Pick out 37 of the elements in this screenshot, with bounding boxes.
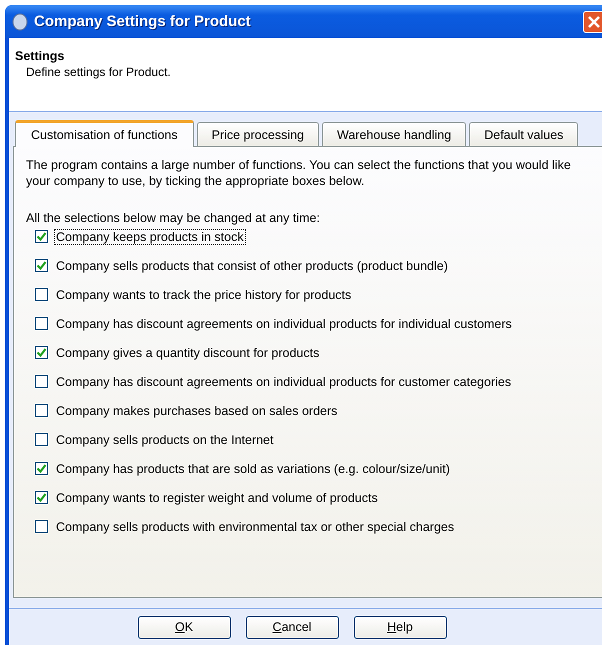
checkbox-label[interactable]: Company has discount agreements on individual products for individual customers: [54, 316, 514, 332]
checkbox[interactable]: [35, 462, 48, 475]
section-title: Settings: [15, 49, 66, 63]
checkbox[interactable]: [35, 491, 48, 504]
tab[interactable]: Customisation of functions: [15, 120, 194, 147]
checkbox[interactable]: [35, 433, 48, 446]
tab[interactable]: Default values: [469, 122, 578, 146]
checkbox[interactable]: [35, 375, 48, 388]
checkbox-label[interactable]: Company sells products that consist of other products (product bundle): [54, 258, 450, 274]
window-title: Company Settings for Product: [34, 13, 251, 30]
dialog-button[interactable]: Cancel: [246, 616, 338, 638]
section-subtitle: Define settings for Product.: [25, 65, 172, 79]
checkbox-label[interactable]: Company sells products with environmental tax or other special charges: [54, 518, 456, 534]
tab[interactable]: Warehouse handling: [322, 122, 466, 146]
dialog-button[interactable]: OK: [138, 616, 230, 638]
close-button[interactable]: [583, 10, 602, 32]
checkbox-label[interactable]: Company has discount agreements on individual products for customer categories: [54, 374, 514, 390]
checkbox-label[interactable]: Company makes purchases based on sales orders: [54, 402, 340, 418]
intro-text: The program contains a large number of functions. You can select the functions that you would like your company to use, by ticking the appropriate boxes below.: [26, 157, 572, 189]
app-icon: [12, 12, 28, 30]
checkbox-label[interactable]: Company keeps products in stock: [54, 228, 246, 244]
checkbox[interactable]: [35, 317, 48, 330]
checkbox[interactable]: [35, 346, 48, 359]
tab[interactable]: Price processing: [196, 122, 320, 146]
checkbox-label[interactable]: Company wants to track the price history for products: [54, 286, 354, 302]
checkbox[interactable]: [35, 520, 48, 533]
checkbox[interactable]: [35, 230, 48, 243]
checkbox-label[interactable]: Company wants to register weight and volume of products: [54, 490, 380, 506]
checkbox-label[interactable]: Company gives a quantity discount for products: [54, 344, 322, 360]
checkbox-label[interactable]: Company has products that are sold as variations (e.g. colour/size/unit): [54, 460, 452, 476]
checkbox[interactable]: [35, 404, 48, 417]
checkbox[interactable]: [35, 288, 48, 301]
close-icon: [587, 14, 601, 28]
dialog-button[interactable]: Help: [354, 616, 446, 638]
note-text: All the selections below may be changed at any time:: [26, 211, 321, 225]
checkbox[interactable]: [35, 259, 48, 272]
checkbox-label[interactable]: Company sells products on the Internet: [54, 432, 276, 448]
